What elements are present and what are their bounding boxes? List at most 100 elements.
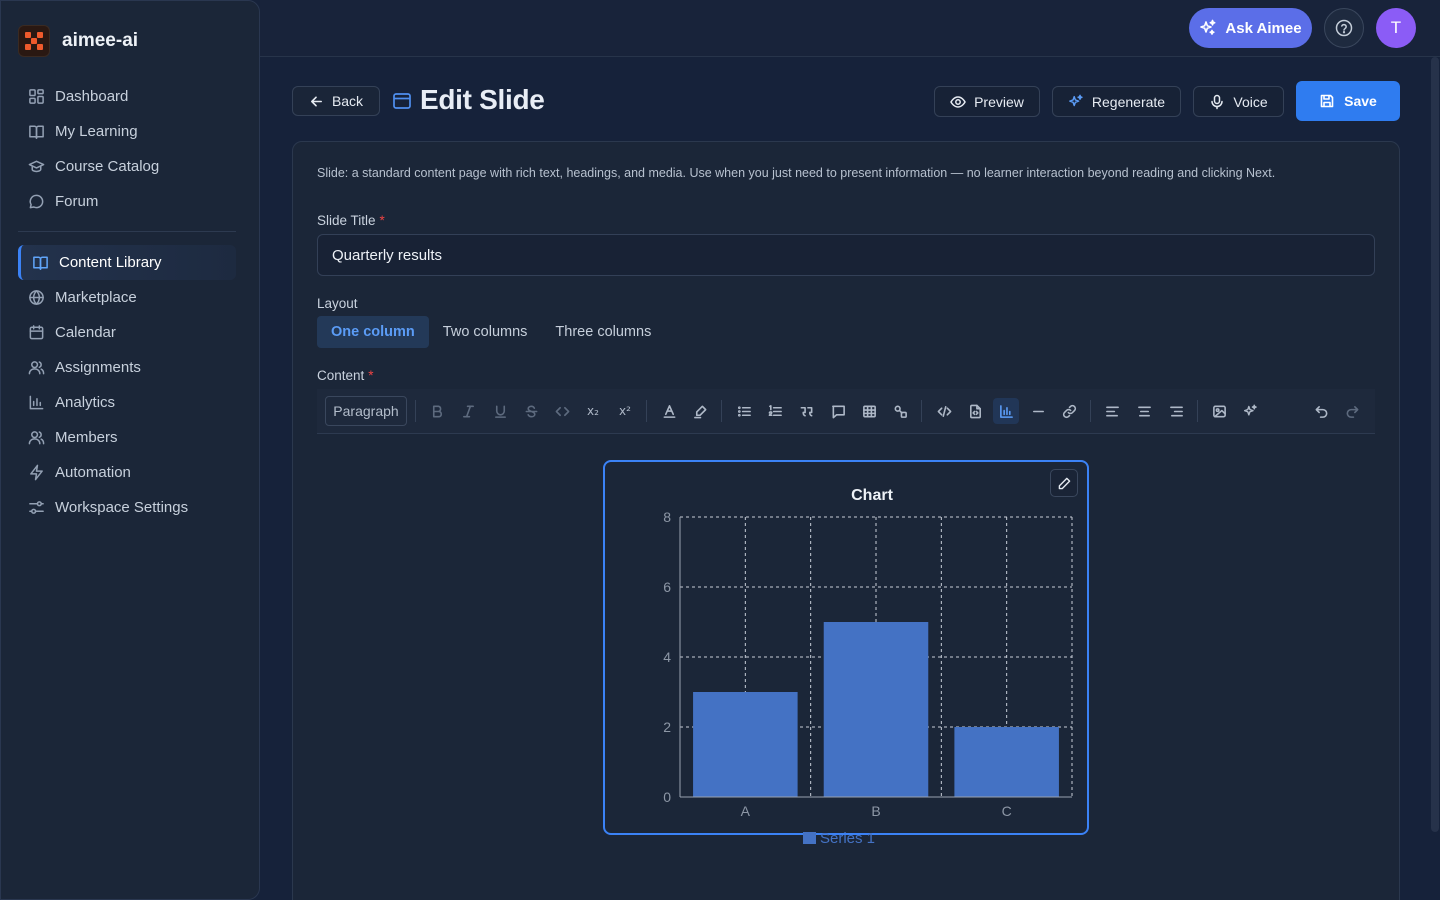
y-tick-label: 6 — [663, 579, 671, 595]
subscript-button[interactable]: x₂ — [580, 398, 606, 424]
sidebar-divider — [18, 231, 236, 232]
sidebar-item-calendar[interactable]: Calendar — [18, 315, 236, 350]
sidebar-item-label: Calendar — [55, 324, 116, 341]
blockquote-button[interactable] — [793, 398, 819, 424]
sidebar-item-analytics[interactable]: Analytics — [18, 385, 236, 420]
redo-icon — [1346, 405, 1358, 418]
regenerate-button[interactable]: Regenerate — [1052, 86, 1181, 117]
chart-bar — [954, 727, 1059, 797]
ask-aimee-button[interactable]: Ask Aimee — [1189, 8, 1312, 48]
code-icon — [555, 406, 569, 416]
undo-icon — [1315, 405, 1327, 418]
undo-button[interactable] — [1308, 398, 1334, 424]
chat-bubble-icon — [29, 194, 44, 209]
content-label: Content * — [317, 368, 374, 383]
voice-button[interactable]: Voice — [1193, 86, 1284, 117]
bullet-list-button[interactable] — [731, 398, 757, 424]
sidebar-item-label: Marketplace — [55, 289, 137, 306]
regenerate-label: Regenerate — [1091, 93, 1166, 110]
sidebar-item-course-catalog[interactable]: Course Catalog — [18, 149, 236, 184]
required-marker: * — [368, 368, 374, 383]
table-icon — [862, 405, 876, 417]
text-color-button[interactable] — [656, 398, 682, 424]
microphone-icon — [1211, 94, 1224, 109]
sparkles-icon — [1200, 19, 1216, 35]
superscript-button[interactable]: x² — [612, 398, 638, 424]
shapes-button[interactable] — [887, 398, 913, 424]
table-button[interactable] — [856, 398, 882, 424]
bar-chart-icon — [29, 395, 44, 410]
highlight-button[interactable] — [687, 398, 713, 424]
sidebar: aimee-ai Dashboard My Learning Course Ca… — [0, 0, 260, 900]
bold-icon — [432, 405, 442, 417]
horizontal-rule-button[interactable] — [1025, 398, 1051, 424]
help-button[interactable] — [1324, 8, 1364, 48]
layout-option-one-column[interactable]: One column — [317, 316, 429, 348]
layout-option-three-columns[interactable]: Three columns — [541, 316, 665, 348]
chart-title: Chart — [851, 487, 893, 504]
book-icon — [29, 125, 44, 139]
slide-icon — [393, 93, 411, 109]
code-block-button[interactable] — [931, 398, 957, 424]
strikethrough-button[interactable] — [518, 398, 544, 424]
paragraph-style-select[interactable]: Paragraph — [325, 396, 407, 426]
sidebar-item-dashboard[interactable]: Dashboard — [18, 79, 236, 114]
slide-title-label: Slide Title * — [317, 213, 385, 228]
underline-icon — [494, 405, 506, 418]
legend-swatch — [803, 832, 816, 844]
save-button[interactable]: Save — [1296, 81, 1400, 121]
editor-toolbar: Paragraph x₂ x² — [317, 389, 1375, 434]
minus-icon — [1032, 410, 1044, 412]
insert-image-button[interactable] — [1206, 398, 1232, 424]
ask-aimee-label: Ask Aimee — [1225, 19, 1302, 37]
layout-tabs: One column Two columns Three columns — [317, 316, 665, 348]
ai-assist-button[interactable] — [1237, 398, 1263, 424]
align-center-button[interactable] — [1131, 398, 1157, 424]
y-tick-label: 0 — [663, 789, 671, 805]
align-right-button[interactable] — [1163, 398, 1189, 424]
sidebar-item-automation[interactable]: Automation — [18, 455, 236, 490]
callout-button[interactable] — [825, 398, 851, 424]
x-tick-label: B — [871, 803, 880, 819]
calendar-icon — [29, 325, 44, 340]
sidebar-item-forum[interactable]: Forum — [18, 184, 236, 219]
sidebar-item-members[interactable]: Members — [18, 420, 236, 455]
globe-icon — [29, 290, 44, 305]
sliders-icon — [29, 501, 44, 514]
preview-button[interactable]: Preview — [934, 86, 1040, 117]
layout-option-two-columns[interactable]: Two columns — [429, 316, 542, 348]
link-button[interactable] — [1056, 398, 1082, 424]
sparkles-icon — [1243, 404, 1257, 416]
back-button[interactable]: Back — [292, 86, 380, 116]
underline-button[interactable] — [487, 398, 513, 424]
numbered-list-button[interactable] — [762, 398, 788, 424]
legend-label: Series 1 — [820, 830, 875, 847]
inline-code-button[interactable] — [549, 398, 575, 424]
align-center-icon — [1137, 405, 1151, 417]
sparkles-icon — [1068, 94, 1083, 106]
page-scrollbar[interactable] — [1431, 57, 1439, 832]
align-left-button[interactable] — [1099, 398, 1125, 424]
brand[interactable]: aimee-ai — [18, 25, 138, 57]
save-icon — [1320, 94, 1334, 108]
align-right-icon — [1169, 405, 1183, 417]
sidebar-item-assignments[interactable]: Assignments — [18, 350, 236, 385]
message-square-icon — [831, 405, 845, 418]
sidebar-item-my-learning[interactable]: My Learning — [18, 114, 236, 149]
sidebar-item-label: Course Catalog — [55, 158, 160, 175]
file-code-icon — [969, 404, 981, 418]
sidebar-item-workspace-settings[interactable]: Workspace Settings — [18, 490, 236, 525]
file-code-button[interactable] — [962, 398, 988, 424]
sidebar-item-content-library[interactable]: Content Library — [18, 245, 236, 280]
slide-title-input[interactable]: Quarterly results — [317, 234, 1375, 276]
chart-button[interactable] — [993, 398, 1019, 424]
numbered-list-icon — [768, 404, 782, 416]
bold-button[interactable] — [424, 398, 450, 424]
redo-button[interactable] — [1339, 398, 1365, 424]
sidebar-nav-primary: Dashboard My Learning Course Catalog For… — [18, 79, 236, 246]
user-avatar[interactable]: T — [1376, 8, 1416, 48]
lightning-icon — [30, 464, 43, 481]
edit-chart-button[interactable] — [1050, 469, 1078, 497]
sidebar-item-marketplace[interactable]: Marketplace — [18, 280, 236, 315]
italic-button[interactable] — [455, 398, 481, 424]
